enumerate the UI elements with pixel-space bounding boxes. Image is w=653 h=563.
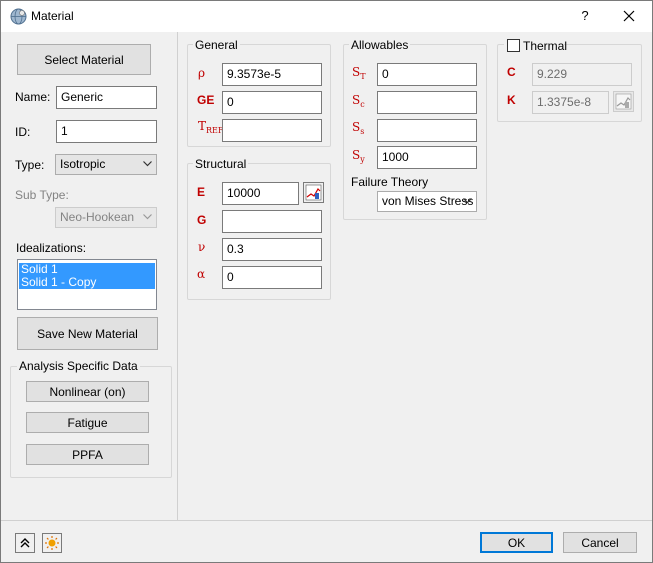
idealizations-list[interactable]: Solid 1 Solid 1 - Copy bbox=[17, 259, 157, 310]
tref-subscript: REF bbox=[206, 126, 224, 135]
allowables-group-title: Allowables bbox=[349, 38, 411, 52]
list-item[interactable]: Solid 1 - Copy bbox=[19, 276, 155, 289]
help-button[interactable]: ? bbox=[574, 5, 596, 27]
thermal-checkbox[interactable] bbox=[507, 39, 520, 52]
conductivity-field[interactable]: 1.3375e-8 bbox=[532, 91, 609, 114]
shear-allowable-field[interactable] bbox=[377, 119, 477, 142]
tref-field[interactable] bbox=[222, 119, 322, 142]
analysis-group-title: Analysis Specific Data bbox=[17, 359, 140, 373]
ss-symbol: Ss bbox=[352, 120, 365, 136]
material-dialog: Material ? Select Material Name: Generic… bbox=[0, 0, 653, 563]
g-symbol: G bbox=[197, 213, 207, 227]
rho-symbol: ρ bbox=[198, 66, 206, 80]
type-label: Type: bbox=[15, 158, 45, 172]
chevron-down-icon bbox=[143, 214, 152, 220]
cancel-button[interactable]: Cancel bbox=[563, 532, 637, 553]
app-globe-icon bbox=[10, 8, 27, 25]
options-button[interactable] bbox=[42, 533, 62, 553]
chevron-down-icon bbox=[143, 161, 152, 167]
sy-symbol: Sy bbox=[352, 148, 365, 164]
elastic-modulus-field[interactable]: 10000 bbox=[222, 182, 299, 205]
subtype-select[interactable]: Neo-Hookean bbox=[55, 207, 157, 228]
sun-icon bbox=[45, 536, 59, 550]
thermal-group-title: Thermal bbox=[523, 39, 568, 53]
k-symbol: K bbox=[507, 93, 516, 107]
e-symbol: E bbox=[197, 185, 206, 199]
close-icon[interactable] bbox=[618, 5, 640, 27]
failure-theory-select[interactable]: von Mises Stress bbox=[377, 191, 477, 212]
ppfa-button[interactable]: PPFA bbox=[26, 444, 149, 465]
tref-main: T bbox=[198, 119, 207, 133]
panel-splitter[interactable] bbox=[177, 32, 178, 520]
window-title: Material bbox=[31, 9, 74, 23]
failure-theory-value: von Mises Stress bbox=[382, 194, 474, 208]
sc-subscript: c bbox=[360, 100, 365, 109]
chevron-down-icon bbox=[463, 198, 472, 204]
failure-theory-label: Failure Theory bbox=[351, 175, 429, 189]
ge-field[interactable]: 0 bbox=[222, 91, 322, 114]
thermal-expansion-field[interactable]: 0 bbox=[222, 266, 322, 289]
select-material-button[interactable]: Select Material bbox=[17, 44, 151, 75]
st-subscript: T bbox=[360, 72, 366, 81]
density-field[interactable]: 9.3573e-5 bbox=[222, 63, 322, 86]
fatigue-button[interactable]: Fatigue bbox=[26, 412, 149, 433]
nu-symbol: ν bbox=[198, 240, 206, 254]
subtype-select-value: Neo-Hookean bbox=[60, 210, 135, 224]
structural-group-title: Structural bbox=[193, 157, 249, 171]
shear-modulus-field[interactable] bbox=[222, 210, 322, 233]
modulus-curve-button[interactable] bbox=[303, 182, 324, 203]
st-main: S bbox=[352, 65, 361, 79]
ge-symbol: GE bbox=[197, 93, 215, 107]
name-label: Name: bbox=[15, 90, 51, 104]
poisson-ratio-field[interactable]: 0.3 bbox=[222, 238, 322, 261]
nonlinear-button[interactable]: Nonlinear (on) bbox=[26, 381, 149, 402]
id-label: ID: bbox=[15, 125, 31, 139]
idealizations-label: Idealizations: bbox=[16, 241, 87, 255]
type-select-value: Isotropic bbox=[60, 157, 106, 171]
save-new-material-button[interactable]: Save New Material bbox=[17, 317, 158, 350]
ss-main: S bbox=[352, 120, 361, 134]
general-group-title: General bbox=[193, 38, 240, 52]
specific-heat-field[interactable]: 9.229 bbox=[532, 63, 632, 86]
sc-main: S bbox=[352, 93, 361, 107]
c-symbol: C bbox=[507, 65, 516, 79]
ok-button[interactable]: OK bbox=[480, 532, 553, 553]
curve-plot-icon bbox=[615, 93, 632, 110]
conductivity-curve-button[interactable] bbox=[613, 91, 634, 112]
title-bar: Material ? bbox=[1, 1, 652, 32]
id-field[interactable]: 1 bbox=[56, 120, 157, 143]
sy-main: S bbox=[352, 148, 361, 162]
st-symbol: ST bbox=[352, 65, 366, 81]
name-field[interactable]: Generic bbox=[56, 86, 157, 109]
double-chevron-up-icon bbox=[20, 538, 30, 548]
type-select[interactable]: Isotropic bbox=[55, 154, 157, 175]
alpha-symbol: α bbox=[197, 267, 206, 281]
ss-subscript: s bbox=[360, 127, 365, 136]
tref-symbol: TREF bbox=[198, 119, 224, 135]
compressive-allowable-field[interactable] bbox=[377, 91, 477, 114]
sc-symbol: Sc bbox=[352, 93, 365, 109]
tensile-allowable-field[interactable]: 0 bbox=[377, 63, 477, 86]
collapse-button[interactable] bbox=[15, 533, 35, 553]
yield-allowable-field[interactable]: 1000 bbox=[377, 146, 477, 169]
subtype-label: Sub Type: bbox=[15, 188, 69, 202]
sy-subscript: y bbox=[360, 155, 365, 164]
curve-plot-icon bbox=[305, 184, 322, 201]
footer-divider bbox=[1, 520, 652, 521]
